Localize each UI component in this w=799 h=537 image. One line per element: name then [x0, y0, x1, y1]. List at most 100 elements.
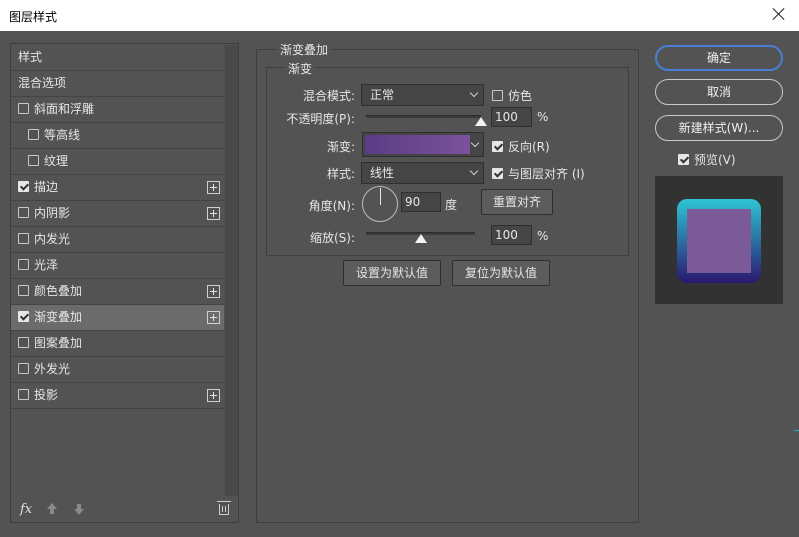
style-list-item-label: 图案叠加 — [34, 336, 83, 350]
style-checkbox[interactable] — [18, 233, 29, 244]
scrollbar[interactable] — [225, 45, 238, 496]
scale-label: 缩放(S): — [309, 231, 355, 245]
blend-mode-select[interactable]: 正常 — [361, 84, 484, 106]
style-list-item[interactable]: 等高线 — [11, 123, 224, 149]
preview-label: 预览(V) — [694, 153, 736, 167]
chevron-down-icon — [469, 166, 479, 176]
edge-marker — [794, 430, 799, 431]
style-checkbox[interactable] — [18, 259, 29, 270]
style-list-item-label: 内发光 — [34, 232, 71, 246]
dither-label: 仿色 — [508, 89, 533, 103]
add-effect-icon[interactable] — [207, 311, 220, 324]
style-list-item[interactable]: 内发光 — [11, 227, 224, 253]
style-list-item-label: 斜面和浮雕 — [34, 102, 95, 116]
scale-unit: % — [537, 229, 549, 243]
style-list-item[interactable]: 投影 — [11, 383, 224, 409]
gradient-picker[interactable] — [362, 132, 484, 157]
window-title: 图层样式 — [9, 10, 58, 24]
gradient-label: 渐变: — [326, 140, 355, 154]
style-list-item-label: 外发光 — [34, 362, 71, 376]
checkbox-box — [492, 168, 503, 179]
scale-slider[interactable] — [366, 232, 475, 243]
ok-button[interactable]: 确定 — [655, 45, 783, 71]
gradient-swatch[interactable] — [365, 135, 470, 154]
move-up-icon[interactable] — [47, 503, 57, 514]
opacity-input[interactable]: 100 — [491, 107, 532, 127]
dither-checkbox[interactable]: 仿色 — [492, 87, 532, 104]
preview-outer-shape — [677, 199, 761, 283]
add-effect-icon[interactable] — [207, 285, 220, 298]
style-list-item[interactable]: 内阴影 — [11, 201, 224, 227]
checkbox-box — [678, 154, 689, 165]
style-list-item-label: 纹理 — [44, 154, 69, 168]
style-checkbox[interactable] — [28, 155, 39, 166]
style-list-item-label: 光泽 — [34, 258, 59, 272]
style-checkbox[interactable] — [18, 337, 29, 348]
style-value: 线性 — [370, 166, 395, 180]
reverse-checkbox[interactable]: 反向(R) — [492, 138, 550, 155]
style-list-item[interactable]: 外发光 — [11, 357, 224, 383]
style-list-item[interactable]: 混合选项 — [11, 71, 224, 97]
opacity-slider-thumb[interactable] — [475, 117, 487, 126]
angle-unit: 度 — [445, 198, 458, 212]
cancel-button[interactable]: 取消 — [655, 79, 783, 105]
preview-checkbox[interactable]: 预览(V) — [678, 151, 736, 168]
align-with-layer-checkbox[interactable]: 与图层对齐 (I) — [492, 165, 585, 182]
add-effect-icon[interactable] — [207, 389, 220, 402]
scale-slider-thumb[interactable] — [414, 234, 427, 243]
styles-list: 样式混合选项斜面和浮雕等高线纹理描边内阴影内发光光泽颜色叠加渐变叠加图案叠加外发… — [11, 45, 224, 409]
style-checkbox[interactable] — [18, 103, 29, 114]
add-effect-icon[interactable] — [207, 207, 220, 220]
style-list-item[interactable]: 渐变叠加 — [11, 305, 224, 331]
style-checkbox[interactable] — [18, 389, 29, 400]
style-list-item-label: 混合选项 — [18, 76, 67, 90]
style-list-item[interactable]: 纹理 — [11, 149, 224, 175]
close-icon[interactable] — [771, 6, 787, 22]
style-checkbox[interactable] — [18, 363, 29, 374]
style-list-item[interactable]: 颜色叠加 — [11, 279, 224, 305]
angle-dial[interactable] — [362, 186, 398, 222]
angle-label: 角度(N): — [308, 199, 355, 213]
style-list-item-label: 描边 — [34, 180, 59, 194]
move-down-icon[interactable] — [74, 504, 84, 515]
style-list-item[interactable]: 光泽 — [11, 253, 224, 279]
style-list-item[interactable]: 样式 — [11, 45, 224, 71]
preview-inner-shape — [687, 209, 751, 273]
new-style-button[interactable]: 新建样式(W)... — [655, 115, 783, 141]
style-checkbox[interactable] — [18, 181, 29, 192]
styles-list-panel: 样式混合选项斜面和浮雕等高线纹理描边内阴影内发光光泽颜色叠加渐变叠加图案叠加外发… — [10, 43, 239, 523]
make-default-button[interactable]: 设置为默认值 — [343, 260, 441, 286]
style-list-item[interactable]: 图案叠加 — [11, 331, 224, 357]
styles-list-footer: fx — [11, 496, 238, 522]
group-title: 渐变叠加 — [277, 41, 332, 58]
blend-mode-label: 混合模式: — [302, 89, 355, 103]
style-preview — [655, 176, 783, 304]
add-effect-icon[interactable] — [207, 181, 220, 194]
opacity-unit: % — [537, 110, 549, 124]
reset-default-button[interactable]: 复位为默认值 — [452, 260, 550, 286]
chevron-down-icon — [469, 88, 479, 98]
style-select[interactable]: 线性 — [361, 162, 484, 184]
style-checkbox[interactable] — [18, 207, 29, 218]
style-list-item-label: 样式 — [18, 50, 43, 64]
style-checkbox[interactable] — [28, 129, 39, 140]
subgroup-title: 渐变 — [285, 60, 316, 77]
style-label: 样式: — [326, 167, 355, 181]
style-list-item-label: 内阴影 — [34, 206, 71, 220]
angle-input[interactable]: 90 — [401, 192, 441, 212]
opacity-slider[interactable] — [366, 115, 487, 126]
style-checkbox[interactable] — [18, 285, 29, 296]
style-list-item-label: 渐变叠加 — [34, 310, 83, 324]
style-list-item[interactable]: 斜面和浮雕 — [11, 97, 224, 123]
style-list-item-label: 颜色叠加 — [34, 284, 83, 298]
trash-icon[interactable] — [217, 501, 231, 515]
fx-icon[interactable]: fx — [20, 502, 32, 517]
style-list-item[interactable]: 描边 — [11, 175, 224, 201]
style-checkbox[interactable] — [18, 311, 29, 322]
chevron-down-icon[interactable] — [470, 138, 480, 148]
reset-alignment-button[interactable]: 重置对齐 — [481, 189, 553, 215]
scale-input[interactable]: 100 — [491, 225, 532, 245]
align-label: 与图层对齐 (I) — [508, 167, 585, 181]
style-list-item-label: 投影 — [34, 388, 59, 402]
reverse-label: 反向(R) — [508, 140, 550, 154]
